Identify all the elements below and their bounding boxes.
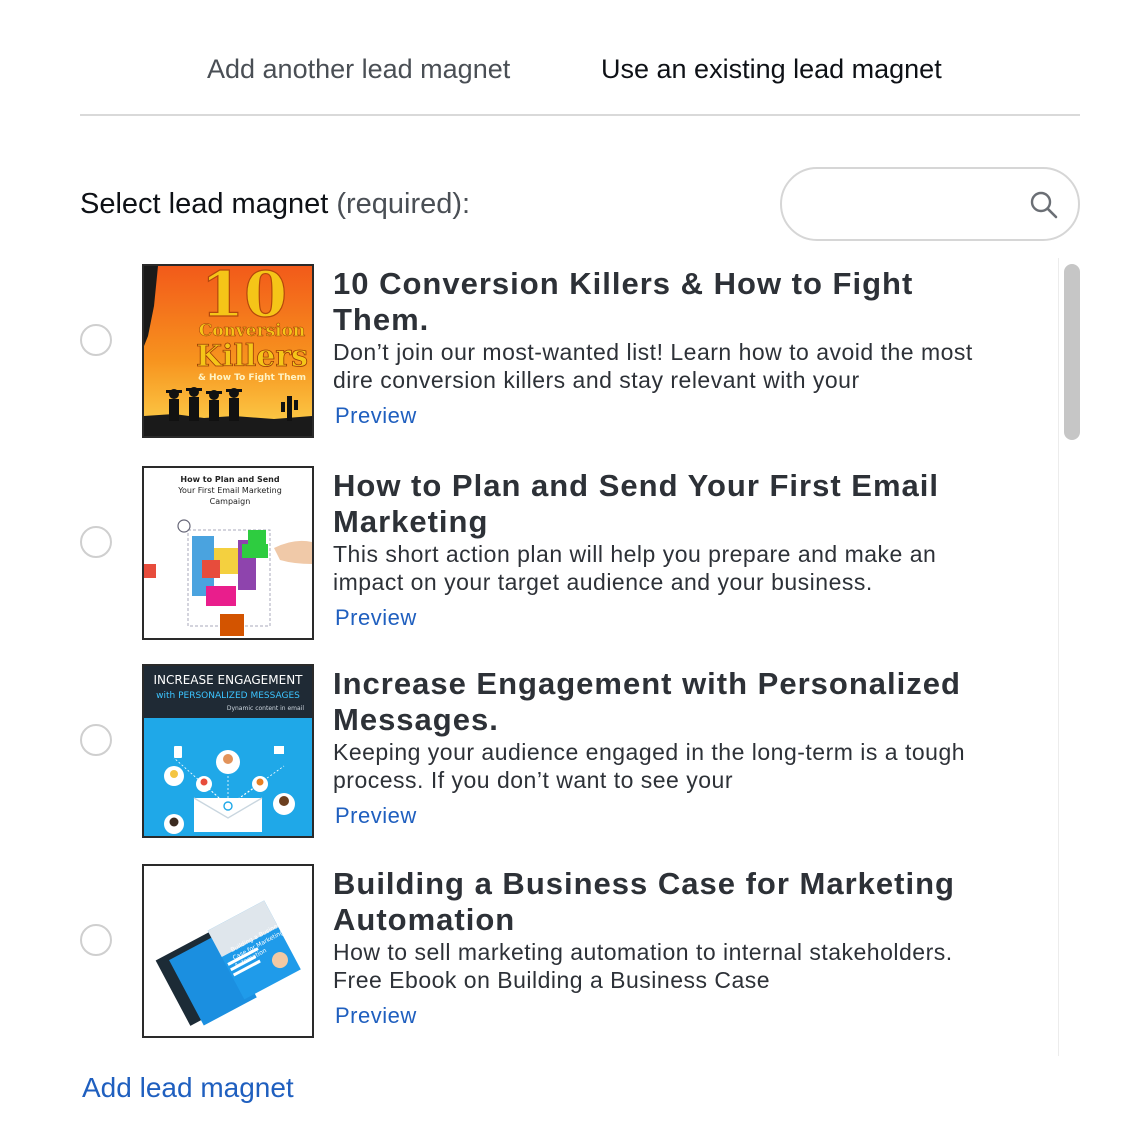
lead-magnet-cover-image: Building a Business Case for Marketing A… [142,864,314,1038]
list-scrollbar[interactable] [1058,258,1080,1056]
lead-magnet-cover-image: How to Plan and Send Your First Email Ma… [142,466,314,640]
lead-magnet-item[interactable]: Building a Business Case for Marketing A… [60,858,1050,1038]
search-input[interactable] [806,183,1026,227]
search-box[interactable] [780,167,1080,241]
lead-magnet-description: Don’t join our most-wanted list! Learn h… [333,339,973,393]
cover-email-marketing: How to Plan and Send Your First Email Ma… [144,468,312,638]
lead-magnet-item[interactable]: 10 Conversion Killers & How To Fight The… [60,258,1050,438]
tab-bar: Add another lead magnet Use an existing … [80,0,1080,116]
lead-magnet-title: How to Plan and Send Your First Email Ma… [333,468,939,539]
cover-line3: Campaign [210,497,251,506]
preview-link[interactable]: Preview [335,402,417,430]
lead-magnet-item[interactable]: INCREASE ENGAGEMENT with PERSONALIZED ME… [60,658,1050,838]
lead-magnet-radio[interactable] [80,924,112,956]
scrollbar-thumb[interactable] [1064,264,1080,440]
cover-line3: & How To Fight Them [198,373,306,383]
lead-magnet-title: Increase Engagement with Personalized Me… [333,666,961,737]
lead-magnet-description: How to sell marketing automation to inte… [333,939,953,993]
cover-line1: INCREASE ENGAGEMENT [153,673,303,687]
cover-conversion-killers: 10 Conversion Killers & How To Fight The… [144,266,312,436]
select-label-text: Select lead magnet [80,188,329,220]
add-lead-magnet-link[interactable]: Add lead magnet [82,1070,294,1106]
lead-magnet-title: Building a Business Case for Marketing A… [333,866,955,937]
cover-line2: Killers [196,339,308,374]
cover-line1: Conversion [199,321,306,341]
lead-magnet-radio[interactable] [80,724,112,756]
preview-link[interactable]: Preview [335,604,417,632]
cover-line2: Your First Email Marketing [177,486,282,495]
lead-magnet-radio[interactable] [80,526,112,558]
cover-personalized-messages: INCREASE ENGAGEMENT with PERSONALIZED ME… [144,666,312,836]
tab-use-existing-lead-magnet[interactable]: Use an existing lead magnet [601,52,942,86]
search-icon[interactable] [1028,189,1060,221]
lead-magnet-radio[interactable] [80,324,112,356]
lead-magnet-title: 10 Conversion Killers & How to Fight The… [333,266,914,337]
cover-line1: How to Plan and Send [180,475,279,484]
lead-magnet-list[interactable]: 10 Conversion Killers & How To Fight The… [60,258,1080,1056]
lead-magnet-item[interactable]: How to Plan and Send Your First Email Ma… [60,460,1050,640]
cover-line2: with PERSONALIZED MESSAGES [156,691,300,701]
cover-business-case: Building a Business Case for Marketing A… [144,866,312,1036]
cover-line3: Dynamic content in email [227,705,305,712]
lead-magnet-description: Keeping your audience engaged in the lon… [333,739,966,793]
preview-link[interactable]: Preview [335,1002,417,1030]
tab-add-another-lead-magnet[interactable]: Add another lead magnet [207,52,510,86]
lead-magnet-cover-image: 10 Conversion Killers & How To Fight The… [142,264,314,438]
select-lead-magnet-label: Select lead magnet (required): [80,186,470,222]
preview-link[interactable]: Preview [335,802,417,830]
lead-magnet-description: This short action plan will help you pre… [333,541,937,595]
required-marker: (required): [336,188,471,220]
lead-magnet-cover-image: INCREASE ENGAGEMENT with PERSONALIZED ME… [142,664,314,838]
